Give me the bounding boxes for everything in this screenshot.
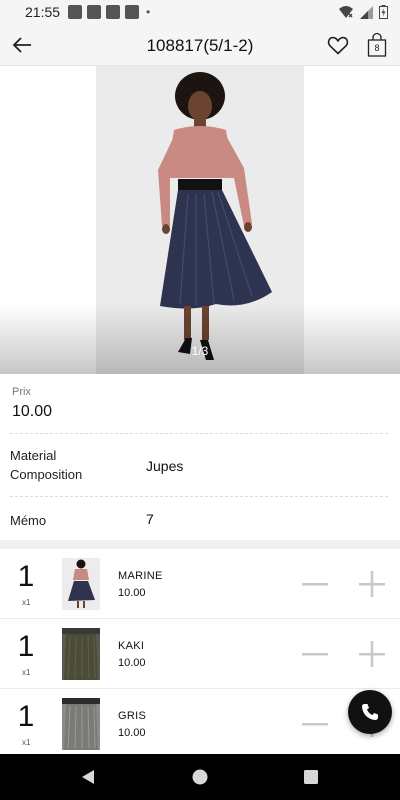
quantity-value: 1 — [17, 630, 35, 663]
phone-icon — [362, 704, 378, 720]
wifi-icon — [339, 6, 353, 18]
quantity-value: 1 — [17, 560, 35, 593]
material-label: Material Composition — [10, 446, 82, 484]
variant-thumbnail[interactable] — [62, 558, 100, 610]
variant-price: 10.00 — [118, 587, 146, 599]
plus-icon — [359, 571, 385, 597]
quantity-unit: x1 — [22, 598, 31, 607]
call-button[interactable] — [348, 690, 392, 734]
quantity-unit: x1 — [22, 668, 31, 677]
status-icons — [338, 5, 388, 19]
gallery-shade — [0, 304, 400, 374]
variant-color: GRIS — [118, 710, 147, 722]
nav-back-button[interactable] — [79, 767, 99, 787]
cart-button[interactable]: 8 — [366, 32, 388, 58]
app-bar: 108817(5/1-2) 8 — [0, 24, 400, 66]
decrease-button[interactable] — [300, 641, 330, 667]
quantity-unit: x1 — [22, 738, 31, 747]
section-separator — [0, 540, 400, 549]
favorite-button[interactable] — [326, 33, 350, 57]
minus-icon — [302, 723, 328, 726]
notification-icon — [106, 5, 121, 19]
status-time: 21:55 — [25, 4, 61, 20]
battery-icon — [379, 5, 388, 19]
list-item: 1 x1 GRIS 10.00 — [0, 689, 400, 754]
status-dot: • — [146, 5, 151, 19]
system-nav-bar — [0, 754, 400, 800]
image-pager: 1/3 — [191, 344, 209, 358]
price-label: Prix — [12, 386, 31, 398]
recents-square-icon — [304, 770, 318, 784]
minus-icon — [302, 583, 328, 586]
variant-price: 10.00 — [118, 657, 146, 669]
material-value: Jupes — [146, 458, 184, 474]
variant-color: MARINE — [118, 570, 163, 582]
back-triangle-icon — [82, 770, 94, 784]
material-label-line2: Composition — [10, 467, 83, 482]
variant-thumbnail[interactable] — [62, 698, 100, 750]
back-button[interactable] — [10, 32, 36, 58]
cart-count-badge: 8 — [374, 43, 380, 53]
notification-icon — [87, 5, 102, 19]
variant-list: 1 x1 MARINE 10.00 1 x1 KAKI 10.00 1 x1 G… — [0, 549, 400, 754]
decrease-button[interactable] — [300, 711, 330, 737]
variant-thumbnail[interactable] — [62, 628, 100, 680]
list-item: 1 x1 MARINE 10.00 — [0, 549, 400, 619]
plus-icon — [359, 641, 385, 667]
price-value: 10.00 — [12, 403, 53, 420]
notification-icon — [125, 5, 140, 19]
signal-icon — [360, 5, 373, 19]
variant-color: KAKI — [118, 640, 145, 652]
increase-button[interactable] — [357, 639, 387, 669]
list-item: 1 x1 KAKI 10.00 — [0, 619, 400, 689]
status-bar: 21:55 • — [0, 0, 400, 24]
increase-button[interactable] — [357, 569, 387, 599]
quantity-value: 1 — [17, 700, 35, 733]
material-label-line1: Material — [10, 448, 57, 463]
divider — [10, 496, 388, 497]
variant-price: 10.00 — [118, 727, 146, 739]
memo-value: 7 — [146, 511, 154, 527]
divider — [10, 433, 388, 434]
notification-icon — [68, 5, 83, 19]
memo-label: Mémo — [10, 513, 47, 528]
nav-recents-button[interactable] — [301, 767, 321, 787]
product-gallery[interactable]: 1/3 — [0, 66, 400, 374]
home-circle-icon — [192, 769, 208, 785]
minus-icon — [302, 653, 328, 656]
heart-icon — [327, 36, 349, 55]
decrease-button[interactable] — [300, 571, 330, 597]
back-arrow-icon — [12, 37, 31, 53]
nav-home-button[interactable] — [190, 767, 210, 787]
